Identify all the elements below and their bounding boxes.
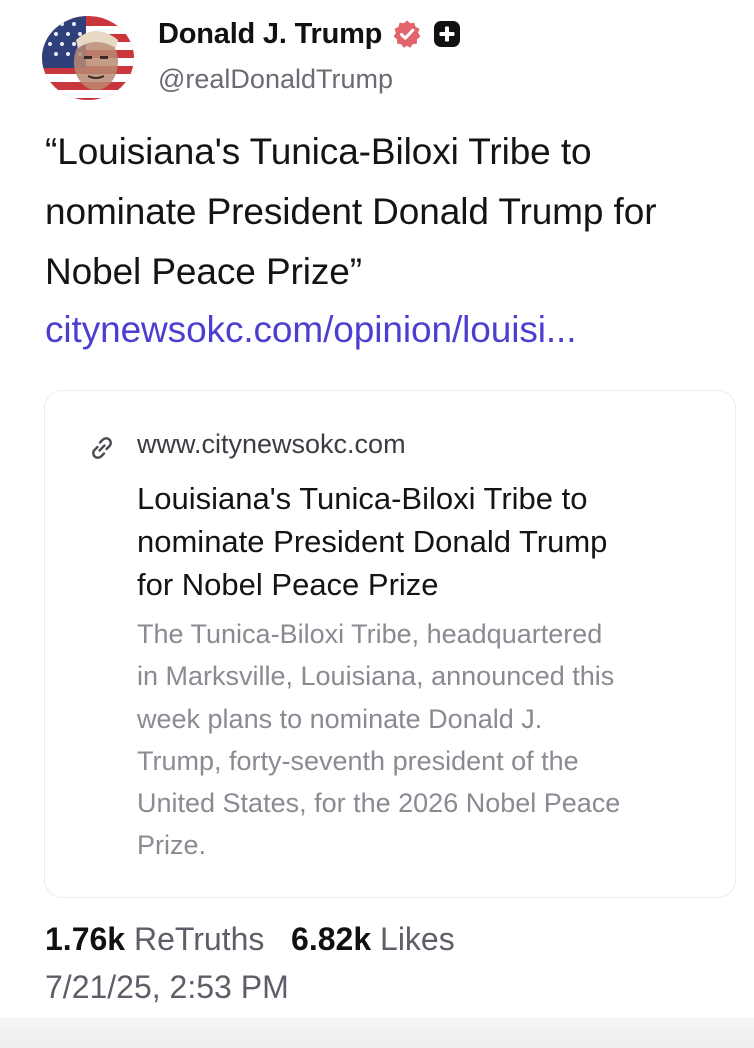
likes-label: Likes bbox=[380, 921, 455, 957]
post-text-line: nominate President Donald Trump for bbox=[45, 191, 657, 232]
card-title-line: for Nobel Peace Prize bbox=[137, 567, 439, 602]
author-name-row: Donald J. Trump bbox=[158, 14, 462, 54]
plus-badge-icon bbox=[432, 19, 462, 49]
card-title-line: nominate President Donald Trump bbox=[137, 524, 608, 559]
verified-check-icon bbox=[392, 19, 422, 49]
author-display-name[interactable]: Donald J. Trump bbox=[158, 18, 382, 51]
bottom-divider bbox=[0, 1018, 754, 1048]
card-desc-line: Prize. bbox=[137, 830, 207, 861]
post-text-line: Nobel Peace Prize” bbox=[45, 251, 362, 292]
avatar-image bbox=[42, 16, 134, 100]
post-text: “Louisiana's Tunica-Biloxi Tribe to nomi… bbox=[45, 122, 735, 302]
author-handle[interactable]: @realDonaldTrump bbox=[158, 64, 393, 95]
post-link[interactable]: citynewsokc.com/opinion/louisi... bbox=[45, 300, 576, 360]
card-desc-line: The Tunica-Biloxi Tribe, headquartered bbox=[137, 619, 603, 649]
likes-count: 6.82k bbox=[291, 921, 372, 957]
avatar[interactable] bbox=[42, 16, 134, 100]
card-desc-line: week plans to nominate Donald J. bbox=[137, 703, 543, 734]
card-domain: www.citynewsokc.com bbox=[137, 429, 406, 459]
post-stats: 1.76k ReTruths 6.82k Likes bbox=[45, 916, 455, 962]
card-desc-line: United States, for the 2026 Nobel Peace bbox=[137, 788, 621, 819]
retruths-label: ReTruths bbox=[133, 921, 265, 957]
post-timestamp: 7/21/25, 2:53 PM bbox=[45, 969, 289, 1005]
retruths-count: 1.76k bbox=[45, 921, 126, 957]
card-title-line: Louisiana's Tunica-Biloxi Tribe to bbox=[137, 481, 588, 516]
card-title: Louisiana's Tunica-Biloxi Tribe to nomin… bbox=[137, 477, 717, 606]
card-desc-line: Trump, forty-seventh president of the bbox=[137, 745, 579, 776]
truth-post: Donald J. Trump @realDonaldTrump “Louisi… bbox=[0, 0, 754, 1048]
likes-stat[interactable]: 6.82k Likes bbox=[291, 921, 455, 957]
retruths-stat[interactable]: 1.76k ReTruths bbox=[45, 921, 264, 957]
card-description: The Tunica-Biloxi Tribe, headquartered i… bbox=[137, 613, 722, 867]
link-preview-card[interactable]: www.citynewsokc.com Louisiana's Tunica-B… bbox=[44, 390, 736, 898]
link-icon bbox=[87, 433, 117, 463]
post-text-line: “Louisiana's Tunica-Biloxi Tribe to bbox=[45, 131, 592, 172]
card-desc-line: in Marksville, Louisiana, announced this bbox=[137, 661, 615, 692]
